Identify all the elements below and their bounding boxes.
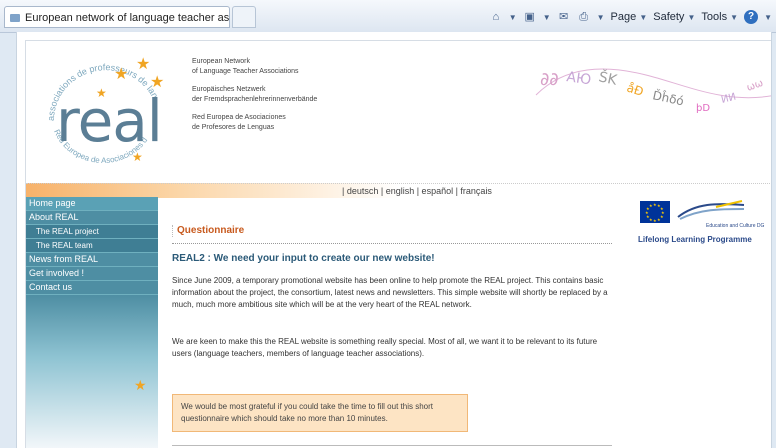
section-divider (172, 243, 612, 244)
relevance-paragraph: We are keen to make this the REAL websit… (172, 337, 598, 358)
svg-text:ϸD: ϸD (696, 103, 710, 114)
intro-paragraph: Since June 2009, a temporary promotional… (172, 276, 608, 309)
help-icon[interactable]: ? (744, 10, 759, 24)
eu-programme-logo[interactable]: ★ ★ ★ ★ ★ ★ ★ ★ ★ ★ ★ ★ Education and Culture DG… (626, 197, 771, 257)
home-icon[interactable]: ⌂ (489, 10, 503, 24)
bottom-divider (172, 445, 612, 446)
real-logo[interactable]: associations de professeurs de langues R… (32, 47, 180, 177)
logo-wordmark: real (56, 87, 163, 155)
nav-item-home[interactable]: Home page (26, 197, 158, 211)
page-menu-label: Page (610, 11, 637, 23)
print-icon[interactable]: ⎙ (577, 10, 591, 24)
nav-item-get-involved[interactable]: Get involved ! (26, 267, 158, 281)
org-name-de-2: der Fremdsprachenlehrerinnenverbände (192, 96, 318, 103)
mail-icon[interactable]: ✉ (557, 10, 571, 24)
svg-text:åĐ: åĐ (625, 81, 645, 99)
svg-text:AЮ: AЮ (565, 69, 592, 88)
svg-text:ИИ: ИИ (720, 92, 737, 106)
svg-text:★: ★ (657, 217, 661, 222)
page-heading: REAL2 : We need your input to create our… (172, 253, 435, 264)
nav-item-about[interactable]: About REAL (26, 211, 158, 225)
edu-culture-label: Education and Culture DG (706, 223, 765, 229)
svg-text:★: ★ (653, 218, 657, 223)
chevron-down-icon[interactable]: ▼ (509, 13, 517, 22)
tools-menu[interactable]: Tools ▼ (701, 11, 738, 23)
site-header: associations de professeurs de langues R… (26, 41, 771, 183)
nav-item-news[interactable]: News from REAL (26, 253, 158, 267)
safety-menu-label: Safety (653, 11, 685, 23)
org-name-de-1: Europäisches Netzwerk (192, 86, 266, 93)
svg-text:ŠK: ŠK (597, 67, 619, 89)
svg-text:★: ★ (660, 214, 664, 219)
chevron-down-icon[interactable]: ▼ (764, 13, 772, 22)
nav-item-contact[interactable]: Contact us (26, 281, 158, 295)
svg-text:∂∂: ∂∂ (540, 69, 559, 90)
questionnaire-callout: We would be most grateful if you could t… (172, 394, 468, 432)
svg-text:ωω: ωω (745, 78, 765, 94)
browser-tab[interactable]: European network of language teacher ass… (4, 6, 230, 28)
language-bar: | deutsch | english | español | français (26, 183, 771, 198)
org-name-es-2: de Profesores de Lenguas (192, 124, 275, 131)
main-content: Questionnaire REAL2 : We need your input… (158, 197, 618, 448)
new-tab-button[interactable] (232, 6, 256, 28)
org-name-en-2: of Language Teacher Associations (192, 68, 299, 75)
decorative-letters: ∂∂ AЮ ŠK åĐ Ďĥδό ϸD ИИ ωω (535, 67, 771, 114)
feeds-icon[interactable]: ▣ (523, 10, 537, 24)
organization-names: European Network of Language Teacher Asso… (192, 57, 317, 141)
page-frame: associations de professeurs de langues R… (16, 32, 772, 448)
tab-title: European network of language teacher ass… (25, 12, 230, 24)
org-name-es-1: Red Europea de Asociaciones (192, 114, 286, 121)
page-menu[interactable]: Page ▼ (611, 11, 648, 23)
browser-toolbar: ⌂ ▼ ▣ ▼ ✉ ⎙ ▼ Page ▼ Safety ▼ Tools ▼ ? ▼ (489, 8, 772, 26)
safety-menu[interactable]: Safety ▼ (653, 11, 695, 23)
nav-item-real-project[interactable]: The REAL project (26, 225, 158, 239)
language-links[interactable]: | deutsch | english | español | français (342, 184, 492, 198)
wave-icon (677, 200, 745, 220)
chevron-down-icon[interactable]: ▼ (597, 13, 605, 22)
left-sidebar: Home page About REAL The REAL project Th… (26, 197, 158, 448)
page-favicon-icon (10, 14, 20, 22)
sidebar-decoration (26, 295, 158, 448)
star-icon: ★ (134, 377, 147, 393)
section-title: Questionnaire (172, 225, 244, 237)
svg-text:★: ★ (649, 217, 653, 222)
svg-text:Ďĥδό: Ďĥδό (651, 87, 685, 108)
tools-menu-label: Tools (701, 11, 728, 23)
main-nav: Home page About REAL The REAL project Th… (26, 197, 158, 295)
eu-flag-icon: ★ ★ ★ ★ ★ ★ ★ ★ ★ ★ ★ ★ (640, 201, 670, 223)
browser-chrome: European network of language teacher ass… (0, 0, 776, 33)
svg-text:★: ★ (649, 203, 653, 208)
chevron-down-icon[interactable]: ▼ (543, 13, 551, 22)
nav-item-real-team[interactable]: The REAL team (26, 239, 158, 253)
page-content: associations de professeurs de langues R… (25, 40, 771, 448)
star-icon: ★ (136, 56, 151, 73)
star-icon: ★ (114, 66, 129, 83)
org-name-en-1: European Network (192, 58, 250, 65)
llp-label: Lifelong Learning Programme (638, 235, 752, 244)
